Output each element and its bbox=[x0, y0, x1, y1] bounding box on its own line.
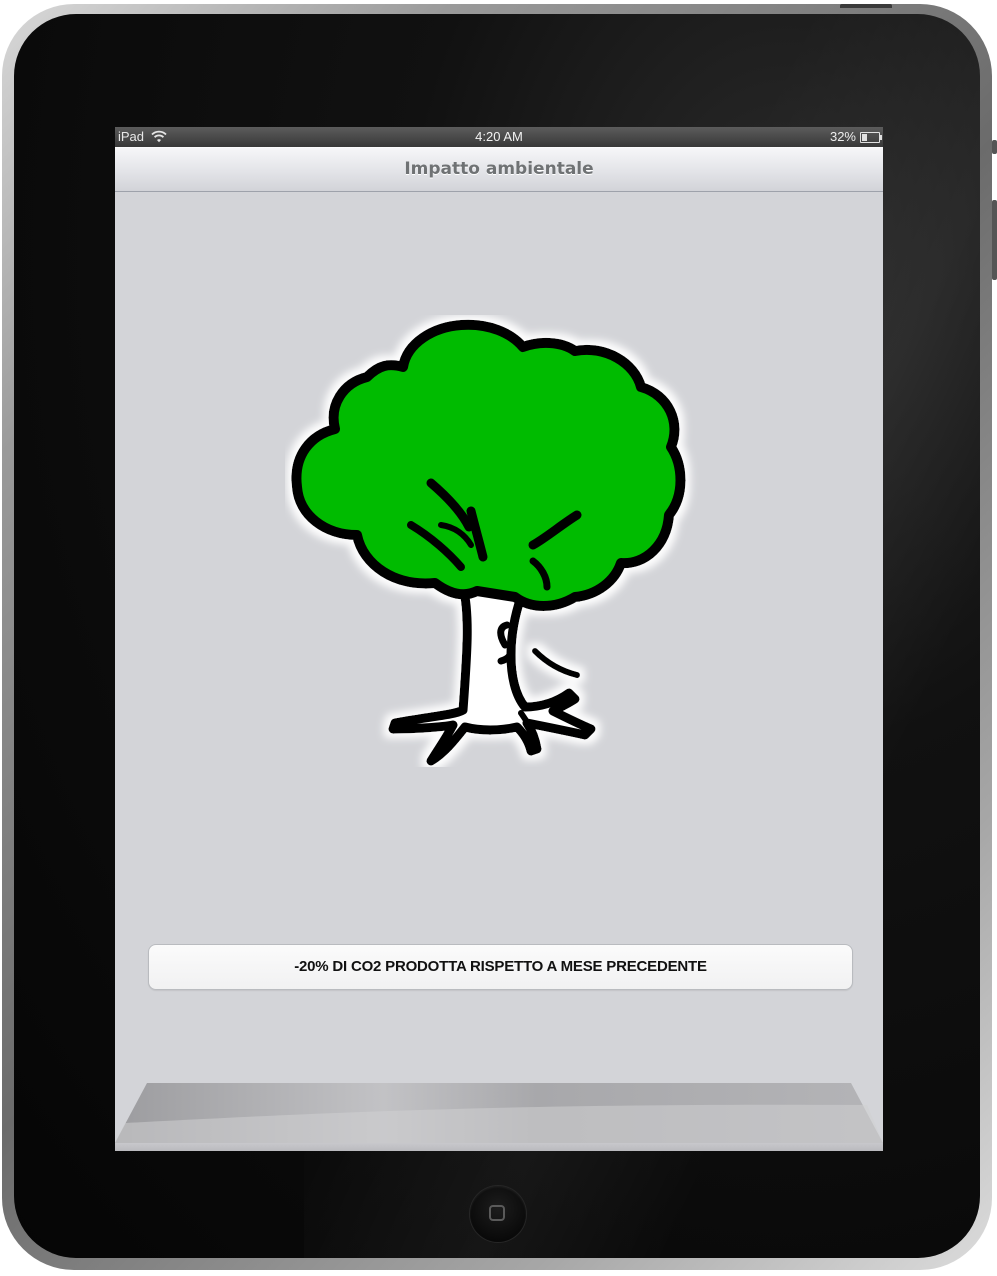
battery-level-fill bbox=[862, 134, 867, 141]
tree-trunk bbox=[388, 582, 596, 766]
status-bar: iPad 4:20 AM 32% bbox=[115, 127, 883, 147]
mute-switch bbox=[992, 140, 997, 154]
battery-percentage: 32% bbox=[829, 129, 856, 144]
navigation-bar: Impatto ambientale bbox=[115, 147, 883, 192]
tree-icon bbox=[291, 319, 686, 766]
volume-buttons bbox=[992, 200, 997, 280]
home-button[interactable] bbox=[470, 1186, 526, 1242]
battery-icon bbox=[860, 132, 882, 143]
co2-message-box: -20% DI CO2 PRODOTTA RISPETTO A MESE PRE… bbox=[148, 944, 853, 990]
tree-foliage bbox=[291, 319, 686, 611]
sleep-wake-button bbox=[840, 4, 892, 8]
glass-shelf bbox=[115, 1083, 883, 1151]
screen: iPad 4:20 AM 32% Impatto ambientale -20%… bbox=[115, 127, 883, 1151]
page-title: Impatto ambientale bbox=[404, 159, 594, 179]
status-time: 4:20 AM bbox=[475, 129, 523, 144]
co2-message: -20% DI CO2 PRODOTTA RISPETTO A MESE PRE… bbox=[294, 958, 707, 975]
home-square-icon bbox=[489, 1205, 505, 1221]
